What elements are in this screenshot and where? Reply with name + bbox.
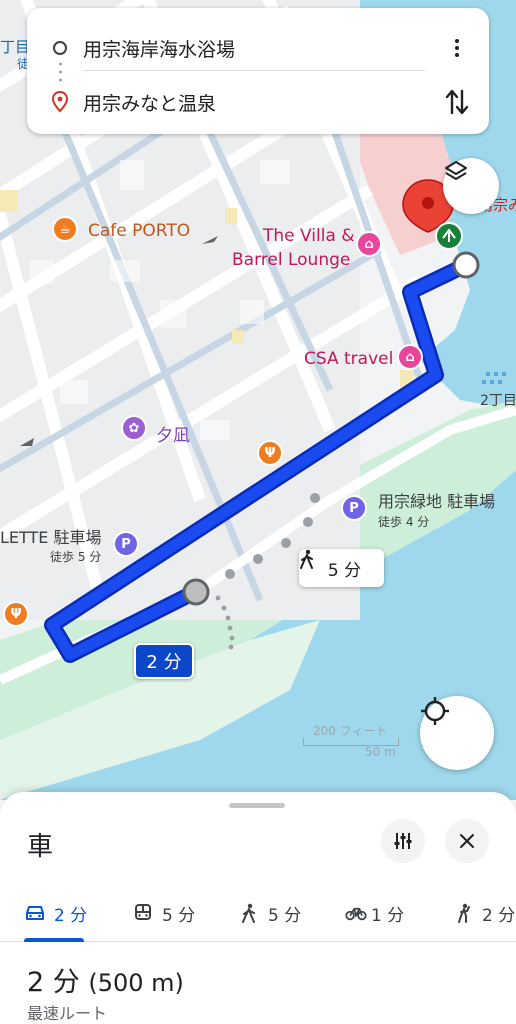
destination-pin-small-icon — [51, 91, 69, 113]
close-icon — [460, 834, 474, 848]
origin-circle-icon — [53, 41, 67, 55]
layers-button[interactable] — [443, 158, 499, 214]
tab-transit-time: 5 分 — [162, 905, 196, 926]
tab-drive-time: 2 分 — [54, 905, 88, 926]
parking-icon[interactable]: P — [341, 495, 367, 521]
tab-ride[interactable]: 2 分 — [452, 884, 515, 942]
travel-mode-tabs: 2 分 5 分 5 分 1 分 2 分 — [0, 884, 516, 942]
tune-icon — [394, 833, 412, 849]
parking-mochimune-label[interactable]: 用宗緑地 駐車場 — [378, 488, 495, 512]
summary-time: 2 分 — [27, 967, 80, 998]
summary-distance: (500 m) — [88, 969, 184, 997]
close-button[interactable] — [445, 819, 489, 863]
destination-field[interactable]: 用宗みなと温泉 — [83, 89, 216, 116]
car-icon — [24, 902, 46, 924]
villa-label-line2[interactable]: Barrel Lounge — [232, 250, 350, 270]
travel-mode-title: 車 — [27, 832, 54, 862]
active-tab-indicator — [24, 938, 84, 942]
parking-lette-label[interactable]: LETTE 駐車場 — [0, 524, 102, 548]
origin-row[interactable]: 用宗海岸海水浴場 — [27, 28, 489, 68]
tab-transit[interactable]: 5 分 — [132, 884, 195, 942]
cafe-icon[interactable]: ☕ — [52, 216, 78, 242]
route-summary[interactable]: 2 分 (500 m) — [27, 960, 184, 999]
scale-feet: 200 フィート — [313, 724, 388, 738]
parking-lette-walk: 徒歩 5 分 — [50, 550, 102, 564]
my-location-button[interactable] — [420, 696, 494, 770]
csa-travel-label[interactable]: CSA travel — [304, 349, 393, 369]
bike-icon — [345, 902, 367, 924]
map-scale: 200 フィート 50 m — [303, 722, 399, 762]
more-dot — [455, 46, 459, 50]
tab-bike[interactable]: 1 分 — [345, 884, 404, 942]
walk-icon — [238, 902, 260, 924]
art-gallery-icon[interactable]: ✿ — [121, 415, 147, 441]
route-options-button[interactable] — [381, 819, 425, 863]
more-options-button[interactable] — [445, 34, 469, 62]
route-start-marker[interactable] — [182, 578, 210, 606]
route-end-marker[interactable] — [452, 251, 480, 279]
fastest-route-label: 最速ルート — [27, 1004, 108, 1023]
walk-duration-text: 5 分 — [327, 560, 362, 581]
tab-bike-time: 1 分 — [371, 905, 405, 926]
chome-right-label: 2丁目 — [480, 393, 516, 409]
field-divider — [83, 70, 425, 71]
tab-walk[interactable]: 5 分 — [238, 884, 301, 942]
ride-icon — [452, 902, 474, 924]
hotel-icon[interactable]: ⌂ — [356, 231, 382, 257]
crosshair-icon — [421, 697, 449, 725]
swap-icon[interactable] — [443, 87, 471, 117]
parking-mochimune-walk: 徒歩 4 分 — [378, 515, 430, 529]
tab-drive[interactable]: 2 分 — [24, 884, 87, 942]
origin-field[interactable]: 用宗海岸海水浴場 — [83, 35, 235, 62]
chome-left-label: 丁目 — [0, 38, 31, 56]
drag-handle[interactable] — [229, 803, 285, 808]
tab-walk-time: 5 分 — [268, 905, 302, 926]
transit-icon — [132, 902, 154, 924]
tab-ride-time: 2 分 — [482, 905, 516, 926]
layers-icon — [445, 161, 467, 180]
yunagi-label[interactable]: 夕凪 — [156, 421, 190, 446]
connector-dots — [59, 60, 62, 84]
parking-icon[interactable]: P — [113, 531, 139, 557]
drive-duration-chip[interactable]: 2 分 — [134, 643, 194, 679]
restaurant-icon[interactable]: Ψ — [257, 440, 283, 466]
villa-label-line1[interactable]: The Villa & — [263, 226, 355, 246]
directions-card: 用宗海岸海水浴場 用宗みなと温泉 — [27, 8, 489, 134]
cafe-porto-label[interactable]: Cafe PORTO — [88, 221, 190, 241]
more-dot — [455, 39, 459, 43]
hotel-icon[interactable]: ⌂ — [397, 344, 423, 370]
more-dot — [455, 53, 459, 57]
walk-duration-chip[interactable]: 5 分 — [299, 549, 384, 587]
destination-row[interactable]: 用宗みなと温泉 — [27, 82, 489, 122]
restaurant-icon[interactable]: Ψ — [3, 601, 29, 627]
scale-meters: 50 m — [365, 745, 396, 759]
directions-sheet: 車 2 分 5 分 5 分 1 分 2 分 2 分 (500 m) 最速ルート — [0, 792, 516, 1024]
